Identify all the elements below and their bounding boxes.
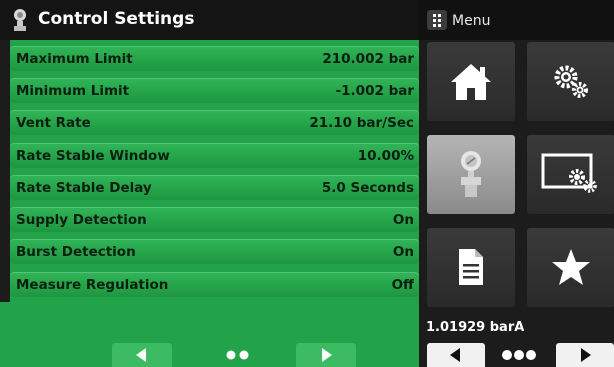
setting-value: 5.0 Seconds: [321, 180, 414, 196]
menu-tile-favorites[interactable]: [527, 228, 614, 307]
setting-row-vent-rate[interactable]: Vent Rate 21.10 bar/Sec: [10, 110, 419, 135]
setting-value: -1.002 bar: [335, 83, 414, 99]
setting-label: Minimum Limit: [16, 83, 130, 99]
setting-row-measure-regulation[interactable]: Measure Regulation Off: [10, 272, 419, 297]
setting-row-minimum-limit[interactable]: Minimum Limit -1.002 bar: [10, 78, 419, 103]
menu-tile-display-settings[interactable]: [527, 135, 614, 214]
setting-value: 21.10 bar/Sec: [309, 115, 414, 131]
arrow-right-icon: [581, 348, 591, 362]
setting-value: Off: [391, 277, 414, 293]
setting-value: On: [392, 212, 414, 228]
menu-tile-settings[interactable]: [527, 42, 614, 121]
gears-icon: [554, 65, 588, 98]
page-title: Control Settings: [38, 9, 195, 29]
menu-tile-home[interactable]: [427, 42, 515, 121]
document-icon: [459, 249, 483, 285]
setting-value: 10.00%: [357, 148, 414, 164]
menu-page-indicator-dots: [502, 350, 536, 360]
pressure-reading: 1.01929 barA: [426, 320, 525, 335]
setting-row-rate-stable-window[interactable]: Rate Stable Window 10.00%: [10, 143, 419, 168]
next-page-button[interactable]: [296, 343, 356, 367]
setting-label: Burst Detection: [16, 244, 136, 260]
setting-label: Supply Detection: [16, 212, 147, 228]
star-icon: [552, 249, 590, 285]
prev-page-button[interactable]: [112, 343, 172, 367]
setting-label: Maximum Limit: [16, 51, 133, 67]
menu-tile-document[interactable]: [427, 228, 515, 307]
menu-prev-button[interactable]: [427, 343, 485, 367]
left-header: Control Settings: [0, 0, 419, 40]
screen-gear-icon: [541, 153, 597, 193]
setting-label: Rate Stable Window: [16, 148, 170, 164]
setting-value: On: [392, 244, 414, 260]
menu-header[interactable]: Menu: [419, 0, 614, 40]
setting-value: 210.002 bar: [322, 51, 414, 67]
setting-row-maximum-limit[interactable]: Maximum Limit 210.002 bar: [10, 46, 419, 71]
setting-row-burst-detection[interactable]: Burst Detection On: [10, 239, 419, 264]
setting-label: Rate Stable Delay: [16, 180, 152, 196]
home-icon: [451, 64, 491, 100]
menu-tile-control[interactable]: [427, 135, 515, 214]
left-footer: [0, 302, 419, 367]
setting-label: Measure Regulation: [16, 277, 169, 293]
regulator-icon: [14, 9, 26, 31]
arrow-left-icon: [450, 348, 460, 362]
control-settings-screen: Control Settings Maximum Limit 210.002 b…: [0, 0, 614, 367]
arrow-right-icon: [322, 348, 332, 362]
setting-row-rate-stable-delay[interactable]: Rate Stable Delay 5.0 Seconds: [10, 175, 419, 200]
settings-list: Maximum Limit 210.002 bar Minimum Limit …: [10, 40, 419, 302]
regulator-icon: [461, 151, 481, 197]
setting-label: Vent Rate: [16, 115, 91, 131]
setting-row-supply-detection[interactable]: Supply Detection On: [10, 207, 419, 232]
menu-grid-icon: [427, 10, 447, 30]
arrow-left-icon: [136, 348, 146, 362]
menu-next-button[interactable]: [556, 343, 614, 367]
menu-label: Menu: [452, 13, 491, 29]
page-indicator-dots: [226, 350, 249, 360]
